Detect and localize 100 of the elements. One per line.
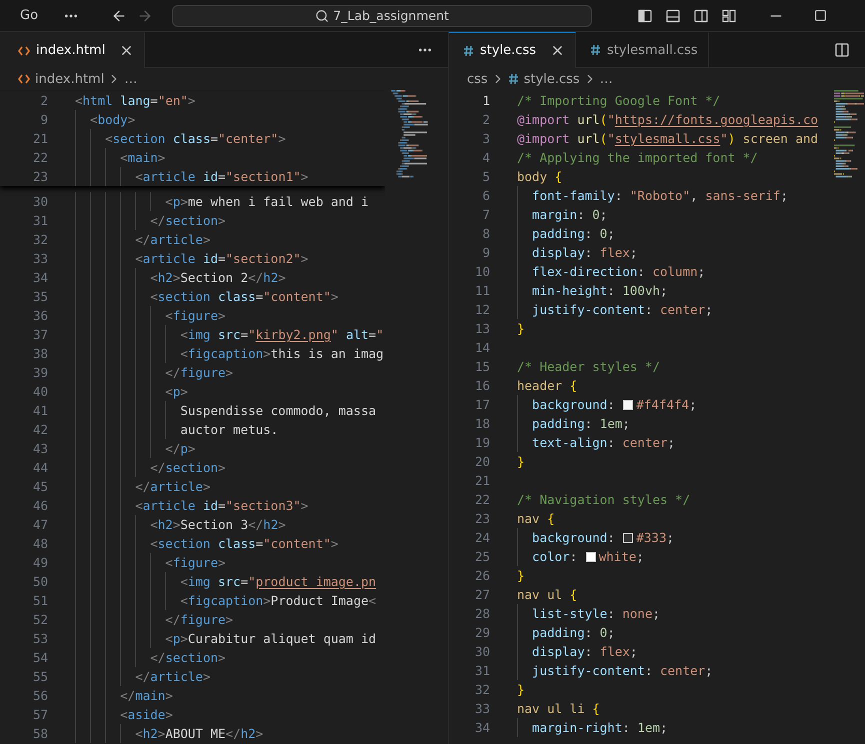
- sticky-scroll-header[interactable]: 2 <html lang="en"> 9 <body> 21 <section class="center"> 22 <main> 23 <article id="section1">: [0, 91, 385, 186]
- code-text: <article id="section1">: [135, 169, 308, 184]
- code-text: padding: 1em;: [532, 416, 630, 431]
- code-text: display: flex;: [532, 644, 638, 659]
- maximize-icon[interactable]: [814, 9, 827, 22]
- color-swatch-icon[interactable]: [623, 532, 634, 542]
- line-number: 15: [474, 359, 490, 374]
- breadcrumb-item[interactable]: style.css: [508, 72, 580, 86]
- code-text: }: [517, 321, 525, 336]
- code-text: <body>: [90, 112, 136, 127]
- line-number: 5: [481, 169, 490, 184]
- code-text: <html lang="en">: [75, 93, 196, 108]
- code-text: Suspendisse commodo, massa: [180, 403, 376, 418]
- line-number: 4: [481, 150, 490, 165]
- line-number: 58: [32, 726, 48, 741]
- line-number: 56: [32, 688, 48, 703]
- code-text: </p>: [165, 441, 196, 456]
- code-text: header {: [517, 378, 578, 393]
- line-number: 2: [481, 112, 490, 127]
- color-swatch-icon[interactable]: [623, 400, 634, 410]
- line-number: 55: [32, 669, 48, 684]
- code-text: #333;: [636, 530, 674, 545]
- code-text: </article>: [135, 479, 210, 494]
- breadcrumb-item[interactable]: …: [600, 72, 613, 86]
- breadcrumb-item[interactable]: css: [467, 72, 488, 86]
- line-number: 57: [32, 707, 48, 722]
- css-file-icon: [508, 73, 519, 85]
- breadcrumb-item[interactable]: …: [124, 72, 138, 86]
- line-number: 24: [474, 530, 490, 545]
- line-number: 14: [474, 340, 490, 355]
- line-number: 23: [474, 511, 490, 526]
- line-number: 25: [474, 549, 490, 564]
- code-text: background:: [532, 397, 616, 412]
- code-text: }: [517, 682, 525, 697]
- line-number: 29: [474, 625, 490, 640]
- code-text: padding: 0;: [532, 226, 615, 241]
- code-text: min-height: 100vh;: [532, 283, 668, 298]
- breadcrumb-item[interactable]: index.html: [18, 72, 104, 86]
- code-text: </article>: [135, 232, 210, 247]
- code-text: <img src="kirby2.png" alt=": [180, 327, 384, 342]
- close-icon[interactable]: [550, 43, 565, 58]
- css-file-icon: [590, 44, 601, 56]
- line-number: 31: [474, 663, 490, 678]
- code-text: </article>: [135, 669, 210, 684]
- code-text: </section>: [150, 460, 226, 475]
- line-number: 44: [32, 460, 48, 475]
- line-number: 43: [32, 441, 48, 456]
- code-text: <p>Curabitur aliquet quam id: [165, 631, 376, 646]
- code-text: <h2>Section 3</h2>: [150, 517, 286, 532]
- html-file-icon: [18, 46, 30, 56]
- code-text: list-style: none;: [532, 606, 660, 621]
- code-text: <article id="section2">: [135, 251, 308, 266]
- code-text: <h2>ABOUT ME</h2>: [135, 726, 264, 741]
- code-text: <figcaption>this is an imag: [180, 346, 384, 361]
- code-text: <figcaption>Product Image<: [180, 593, 376, 608]
- line-number: 21: [474, 473, 490, 488]
- code-text: </figure>: [165, 612, 234, 627]
- code-text: flex-direction: column;: [532, 264, 706, 279]
- code-text: body {: [517, 169, 562, 184]
- menu-item[interactable]: Go: [14, 6, 44, 25]
- line-number: 32: [474, 682, 490, 697]
- line-number: 19: [474, 435, 490, 450]
- code-text: /* Importing Google Font */: [517, 93, 720, 108]
- line-number: 47: [32, 517, 48, 532]
- line-number: 50: [32, 574, 48, 589]
- line-number: 1: [481, 93, 490, 108]
- code-text: /* Applying the imported font */: [517, 150, 758, 165]
- line-number: 13: [474, 321, 490, 336]
- code-text: <article id="section3">: [135, 498, 308, 513]
- code-text: </section>: [150, 213, 226, 228]
- minimap-drawing[interactable]: [834, 90, 864, 180]
- code-text: padding: 0;: [532, 625, 615, 640]
- code-text: <section class="content">: [150, 536, 338, 551]
- line-number: 21: [32, 131, 48, 146]
- code-text: text-align: center;: [532, 435, 676, 450]
- line-number: 46: [32, 498, 48, 513]
- color-swatch-icon[interactable]: [586, 552, 596, 562]
- code-text: color:: [532, 549, 578, 564]
- line-number: 2: [39, 93, 48, 108]
- line-number: 39: [32, 365, 48, 380]
- line-number: 41: [32, 403, 48, 418]
- command-center-search[interactable]: 7_Lab_assignment: [172, 4, 592, 26]
- editor-tab[interactable]: index.html: [0, 32, 146, 68]
- line-number: 37: [32, 327, 48, 342]
- editor-tab[interactable]: style.css: [449, 32, 576, 68]
- line-number: 45: [32, 479, 48, 494]
- line-number: 9: [481, 245, 490, 260]
- line-number: 20: [474, 454, 490, 469]
- code-text: }: [517, 568, 525, 583]
- line-number: 51: [32, 593, 48, 608]
- code-text: /* Navigation styles */: [517, 492, 690, 507]
- line-number: 38: [32, 346, 48, 361]
- line-number: 10: [474, 264, 490, 279]
- line-number: 52: [32, 612, 48, 627]
- code-text: font-family: "Roboto", sans-serif;: [532, 188, 788, 203]
- line-number: 9: [39, 112, 48, 127]
- line-number: 17: [474, 397, 490, 412]
- code-text: @import url("https://fonts.googleapis.co: [517, 112, 818, 127]
- code-text: </figure>: [165, 365, 234, 380]
- css-file-icon: [463, 44, 474, 56]
